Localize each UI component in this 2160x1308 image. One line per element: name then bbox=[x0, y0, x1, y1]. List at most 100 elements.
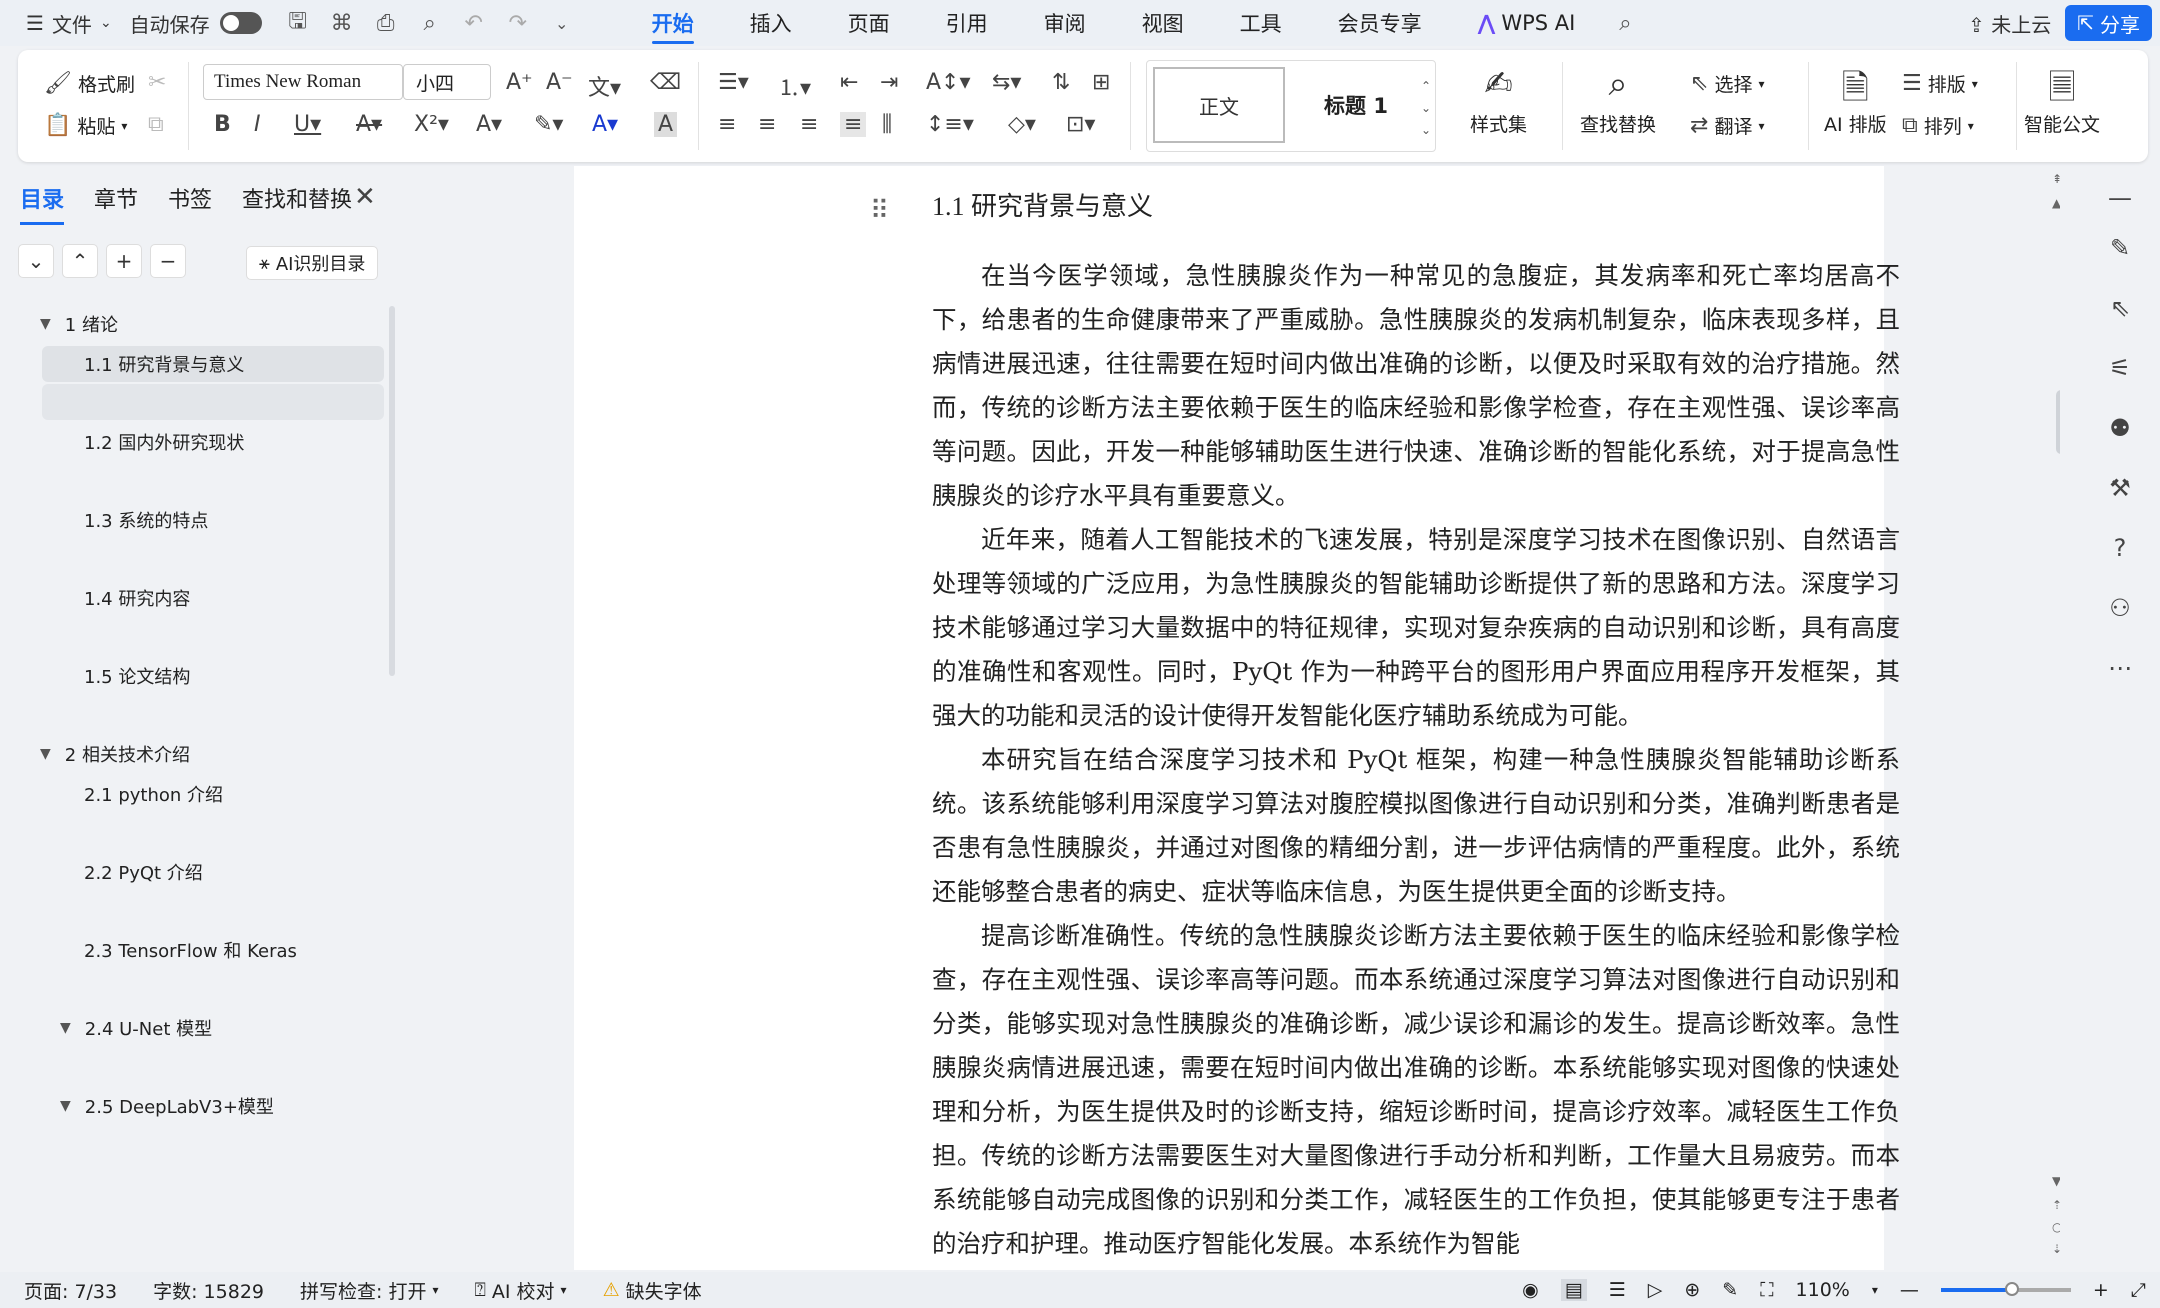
zoom-out-icon[interactable]: — bbox=[1900, 1279, 1919, 1301]
sort-icon[interactable]: ⇅ bbox=[1052, 70, 1070, 95]
zoom-level[interactable]: 110% bbox=[1796, 1279, 1850, 1301]
find-replace-button[interactable]: ⌕ 查找替换 bbox=[1580, 64, 1656, 137]
redo-icon[interactable]: ↷ bbox=[496, 11, 540, 36]
highlight-icon[interactable]: ✎▾ bbox=[534, 112, 563, 137]
paragraph[interactable]: 本研究旨在结合深度学习技术和 PyQt 框架，构建一种急性胰腺炎智能辅助诊断系统… bbox=[932, 738, 1900, 914]
pen-icon[interactable]: ✎ bbox=[2104, 232, 2136, 264]
eye-protection-icon[interactable]: ◉ bbox=[1522, 1279, 1539, 1301]
style-heading-1[interactable]: 标题 1 bbox=[1297, 67, 1415, 143]
toc-item[interactable]: 1.4 研究内容 bbox=[84, 580, 190, 616]
chinese-layout-icon[interactable]: ⇆▾ bbox=[992, 70, 1021, 95]
select-pointer-icon[interactable]: ⇖ bbox=[2104, 292, 2136, 324]
share-person-icon[interactable]: ⚇ bbox=[2104, 592, 2136, 624]
style-set-button[interactable]: ✍ 样式集 bbox=[1470, 64, 1527, 137]
document-body[interactable]: 在当今医学领域，急性胰腺炎作为一种常见的急腹症，其发病率和死亡率均居高不下，给患… bbox=[932, 254, 1900, 1266]
ai-proofread-button[interactable]: ⍰ AI 校对 ▾ bbox=[456, 1277, 584, 1304]
expanded-caret-icon[interactable]: ▼ bbox=[60, 1098, 71, 1114]
scroll-up-icon[interactable]: ▲ bbox=[2052, 196, 2060, 210]
pinyin-guide-icon[interactable]: 文▾ bbox=[588, 70, 621, 102]
decrease-font-icon[interactable]: A⁻ bbox=[546, 70, 573, 95]
tab-membership[interactable]: 会员专享 bbox=[1310, 0, 1450, 46]
missing-font-warning[interactable]: ⚠ 缺失字体 bbox=[585, 1277, 720, 1304]
align-left-icon[interactable]: ≡ bbox=[718, 112, 736, 137]
ai-toc-button[interactable]: ⚹ AI识别目录 bbox=[246, 246, 379, 280]
document-page[interactable]: ⠿ 1.1 研究背景与意义 在当今医学领域，急性胰腺炎作为一种常见的急腹症，其发… bbox=[574, 166, 1900, 1270]
show-marks-icon[interactable]: ⊞ bbox=[1092, 70, 1110, 95]
search-icon[interactable]: ⌕ bbox=[1603, 11, 1647, 36]
undo-icon[interactable]: ↶ bbox=[452, 11, 496, 36]
text-direction-icon[interactable]: A↕▾ bbox=[926, 70, 971, 95]
help-icon[interactable]: ? bbox=[2104, 532, 2136, 564]
section-heading[interactable]: 1.1 研究背景与意义 bbox=[932, 186, 1153, 223]
underline-icon[interactable]: U▾ bbox=[294, 112, 321, 137]
remove-heading-icon[interactable]: − bbox=[150, 244, 186, 278]
translate-button[interactable]: ⇄ 翻译 ▾ bbox=[1690, 112, 1764, 139]
fullscreen-icon[interactable]: ⤢ bbox=[2131, 1279, 2146, 1301]
tab-view[interactable]: 视图 bbox=[1114, 0, 1212, 46]
more-icon[interactable]: ⋯ bbox=[2104, 652, 2136, 684]
select-button[interactable]: ⇖ 选择 ▾ bbox=[1690, 70, 1764, 97]
next-page-icon[interactable]: ⇣ bbox=[2052, 1242, 2060, 1256]
outline-view-icon[interactable]: ☰ bbox=[1609, 1279, 1626, 1301]
ai-assistant-icon[interactable]: ⚉ bbox=[2104, 412, 2136, 444]
zoom-slider-knob[interactable] bbox=[2005, 1282, 2020, 1296]
tab-bookmarks[interactable]: 书签 bbox=[168, 182, 212, 225]
bullet-list-icon[interactable]: ☰▾ bbox=[718, 70, 749, 95]
style-normal[interactable]: 正文 bbox=[1153, 67, 1285, 143]
close-icon[interactable]: ✕ bbox=[354, 182, 376, 212]
toc-item[interactable]: ▼ 2.4 U-Net 模型 bbox=[60, 1010, 212, 1046]
expanded-caret-icon[interactable]: ▼ bbox=[40, 746, 51, 762]
cloud-status[interactable]: ⇪ 未上云 bbox=[1968, 9, 2051, 38]
print-preview-icon[interactable]: ⌕ bbox=[408, 11, 452, 36]
align-justify-icon[interactable]: ≡ bbox=[840, 112, 867, 137]
web-view-icon[interactable]: ⊕ bbox=[1684, 1279, 1700, 1301]
ai-layout-button[interactable]: 🗎 AI 排版 bbox=[1824, 64, 1887, 137]
tab-page[interactable]: 页面 bbox=[820, 0, 918, 46]
browse-object-icon[interactable]: ○ bbox=[2052, 1220, 2060, 1234]
font-name-select[interactable]: Times New Roman bbox=[203, 64, 403, 100]
toc-item[interactable]: 1.5 论文结构 bbox=[84, 658, 190, 694]
decrease-indent-icon[interactable]: ⇤ bbox=[840, 70, 858, 95]
distributed-align-icon[interactable]: ⫼ bbox=[882, 112, 892, 137]
borders-icon[interactable]: ⊡▾ bbox=[1066, 112, 1095, 137]
shading-icon[interactable]: ◇▾ bbox=[1008, 112, 1036, 137]
toc-item[interactable]: ▼ 2.5 DeepLabV3+模型 bbox=[60, 1088, 274, 1124]
toc-blank-entry[interactable] bbox=[42, 384, 384, 420]
toc-item[interactable]: ▼ 1 绪论 bbox=[40, 306, 118, 342]
tab-review[interactable]: 审阅 bbox=[1016, 0, 1114, 46]
expand-level-down-icon[interactable]: ⌄ bbox=[18, 244, 54, 278]
page-indicator[interactable]: 页面: 7/33 bbox=[0, 1277, 135, 1304]
spellcheck-toggle[interactable]: 拼写检查: 打开 ▾ bbox=[282, 1277, 456, 1304]
tab-insert[interactable]: 插入 bbox=[722, 0, 820, 46]
tools-icon[interactable]: ⚒ bbox=[2104, 472, 2136, 504]
align-right-icon[interactable]: ≡ bbox=[800, 112, 818, 137]
text-effect-icon[interactable]: A▾ bbox=[476, 112, 502, 137]
drag-handle-icon[interactable]: ⠿ bbox=[870, 196, 889, 226]
font-size-select[interactable]: 小四 bbox=[403, 64, 491, 100]
document-scrollbar-thumb[interactable] bbox=[2056, 390, 2060, 454]
print-icon[interactable]: ⎙ bbox=[364, 11, 408, 36]
more-quick-access-icon[interactable]: ⌄ bbox=[540, 14, 584, 33]
expand-level-up-icon[interactable]: ⌃ bbox=[62, 244, 98, 278]
copy-icon[interactable]: ⧉ bbox=[148, 112, 164, 137]
scroll-down-icon[interactable]: ▼ bbox=[2052, 1174, 2060, 1188]
bold-icon[interactable]: B bbox=[214, 112, 231, 137]
align-center-icon[interactable]: ≡ bbox=[758, 112, 776, 137]
arrange-button[interactable]: ⧉ 排列 ▾ bbox=[1902, 112, 1974, 139]
zoom-slider[interactable] bbox=[1940, 1282, 2071, 1296]
paragraph[interactable]: 在当今医学领域，急性胰腺炎作为一种常见的急腹症，其发病率和死亡率均居高不下，给患… bbox=[932, 254, 1900, 518]
tab-find-replace[interactable]: 查找和替换 bbox=[242, 182, 352, 225]
word-count[interactable]: 字数: 15829 bbox=[135, 1277, 282, 1304]
toc-item[interactable]: ▼ 2 相关技术介绍 bbox=[40, 736, 190, 772]
italic-icon[interactable]: I bbox=[254, 112, 261, 137]
toc-item[interactable]: 1.1 研究背景与意义 bbox=[42, 346, 384, 382]
autosave-toggle[interactable] bbox=[219, 12, 262, 34]
share-button[interactable]: ⇱ 分享 bbox=[2065, 5, 2152, 41]
tab-tools[interactable]: 工具 bbox=[1212, 0, 1310, 46]
paragraph[interactable]: 近年来，随着人工智能技术的飞速发展，特别是深度学习技术在图像识别、自然语言处理等… bbox=[932, 518, 1900, 738]
fit-window-icon[interactable]: ⛶ bbox=[1760, 1279, 1773, 1301]
char-shading-icon[interactable]: A bbox=[654, 112, 678, 137]
font-color-icon[interactable]: A▾ bbox=[592, 112, 618, 137]
save-icon[interactable]: 🖫 bbox=[276, 4, 320, 42]
chevron-down-icon[interactable]: ▾ bbox=[1872, 1283, 1878, 1297]
